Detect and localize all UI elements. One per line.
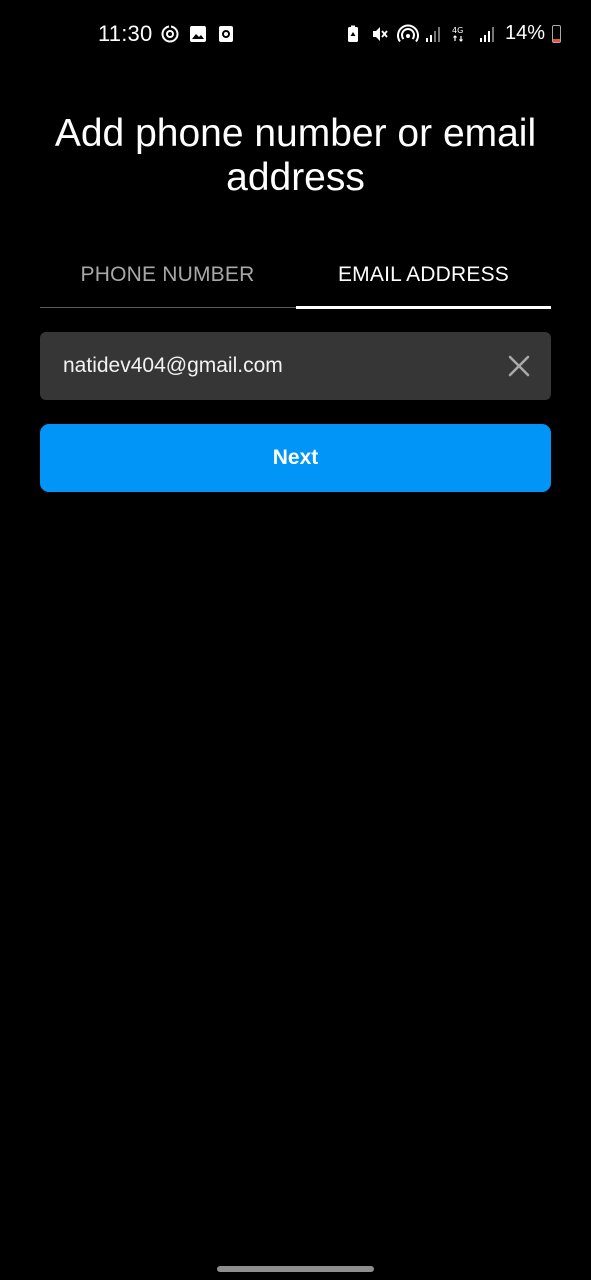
email-field[interactable] (63, 332, 483, 400)
home-indicator[interactable] (217, 1266, 374, 1272)
close-icon[interactable] (507, 354, 531, 378)
signal-icon (424, 24, 444, 44)
status-time: 11:30 (98, 21, 153, 46)
screen: 11:30 4G 14% Add phone number or email a… (0, 0, 591, 1280)
status-left-icons (160, 24, 236, 44)
battery-percent: 14% (504, 22, 545, 44)
email-field-container (40, 332, 551, 400)
tab-selected-indicator (296, 306, 551, 309)
screenshot-icon (216, 24, 236, 44)
battery-saver-icon (343, 24, 363, 44)
next-button[interactable]: Next (40, 424, 551, 492)
tab-phone-number[interactable]: PHONE NUMBER (40, 240, 295, 310)
gallery-icon (188, 24, 208, 44)
mute-icon (370, 24, 390, 44)
sync-icon (160, 24, 180, 44)
signal-icon (478, 24, 498, 44)
status-right-icons: 4G 14% (343, 22, 561, 45)
svg-text:4G: 4G (452, 26, 463, 35)
tab-email-address[interactable]: EMAIL ADDRESS (296, 240, 551, 310)
4g-icon: 4G (451, 24, 471, 44)
battery-icon (552, 24, 561, 43)
hotspot-icon (397, 24, 419, 44)
tab-bar: PHONE NUMBER EMAIL ADDRESS (40, 240, 551, 310)
status-bar: 11:30 4G 14% (0, 0, 591, 68)
page-title: Add phone number or email address (54, 112, 537, 199)
